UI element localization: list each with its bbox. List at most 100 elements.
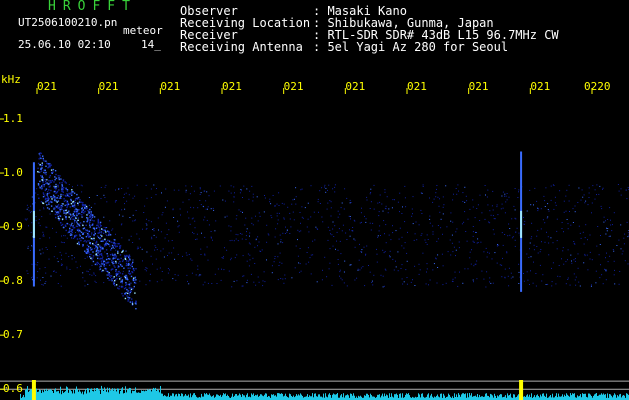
trail-point <box>65 182 67 184</box>
noise-speckle <box>284 278 286 280</box>
noise-bar <box>399 393 400 400</box>
noise-speckle <box>37 262 39 263</box>
trail-point <box>79 238 81 240</box>
noise-speckle <box>210 236 212 238</box>
noise-speckle <box>153 228 155 229</box>
trail-point <box>131 262 133 265</box>
trail-point <box>89 242 92 244</box>
trail-point <box>92 260 95 263</box>
noise-speckle <box>132 214 134 216</box>
noise-bar <box>242 394 243 400</box>
noise-speckle <box>551 267 552 269</box>
noise-speckle <box>567 277 569 279</box>
noise-speckle <box>252 224 254 226</box>
trail-point <box>39 180 41 183</box>
noise-speckle <box>43 208 45 210</box>
trail-point <box>104 245 106 247</box>
noise-speckle <box>208 224 210 226</box>
noise-speckle <box>145 284 147 286</box>
noise-speckle <box>202 205 204 207</box>
noise-bar <box>391 393 392 400</box>
noise-bar <box>601 393 602 400</box>
noise-bar <box>30 389 31 400</box>
trail-point <box>57 211 59 213</box>
noise-speckle <box>44 282 46 284</box>
noise-speckle <box>606 230 608 232</box>
noise-bar <box>212 396 213 400</box>
noise-speckle <box>268 234 270 236</box>
noise-speckle <box>404 221 406 223</box>
noise-speckle <box>35 192 37 194</box>
trail-point <box>76 221 78 223</box>
noise-bar <box>300 393 301 400</box>
noise-speckle <box>479 220 481 221</box>
noise-bar <box>341 394 342 400</box>
noise-bar <box>228 396 229 400</box>
noise-speckle <box>569 211 570 212</box>
noise-speckle <box>191 272 193 274</box>
noise-speckle <box>132 242 134 243</box>
noise-speckle <box>210 208 212 210</box>
trail-point <box>59 175 61 177</box>
noise-bar <box>106 391 107 400</box>
noise-speckle <box>124 203 125 205</box>
noise-speckle <box>246 231 247 233</box>
noise-speckle <box>220 279 222 281</box>
noise-speckle <box>393 269 395 271</box>
trail-point <box>86 207 88 209</box>
trail-point <box>39 156 41 158</box>
noise-speckle <box>617 184 619 185</box>
noise-speckle <box>145 270 147 272</box>
noise-bar <box>378 394 379 400</box>
noise-bar <box>88 388 89 400</box>
trail-point <box>42 202 45 205</box>
trail-point <box>112 241 114 244</box>
trail-point <box>72 218 74 220</box>
trail-point <box>120 257 122 260</box>
noise-speckle <box>387 212 389 214</box>
noise-speckle <box>515 218 517 220</box>
noise-speckle <box>536 235 538 237</box>
trail-point <box>118 285 121 288</box>
trail-point <box>95 245 97 247</box>
noise-bar <box>328 394 329 400</box>
noise-speckle <box>483 278 485 280</box>
noise-speckle <box>599 277 601 279</box>
noise-speckle <box>61 258 62 260</box>
noise-speckle <box>571 262 573 264</box>
noise-speckle <box>596 245 598 247</box>
noise-speckle <box>156 281 158 283</box>
noise-bar <box>234 395 235 400</box>
noise-speckle <box>42 252 44 254</box>
noise-speckle <box>163 256 165 258</box>
trail-point <box>70 214 72 216</box>
trail-point <box>45 160 47 162</box>
noise-speckle <box>583 262 585 264</box>
noise-speckle <box>618 239 620 241</box>
noise-bar <box>168 393 169 400</box>
trail-point <box>92 251 94 253</box>
spectrogram-plot <box>0 88 629 400</box>
trail-point <box>75 225 78 227</box>
trail-point <box>96 261 99 264</box>
noise-bar <box>151 391 152 400</box>
noise-speckle <box>304 207 306 209</box>
noise-speckle <box>196 233 198 235</box>
trail-point <box>126 263 129 266</box>
noise-speckle <box>552 262 554 264</box>
noise-bar <box>568 395 569 400</box>
noise-speckle <box>591 284 592 286</box>
trail-point <box>102 259 105 262</box>
noise-speckle <box>329 229 331 231</box>
trail-point <box>110 269 112 271</box>
trail-point <box>39 164 41 166</box>
noise-speckle <box>397 270 399 272</box>
noise-bar <box>518 394 519 400</box>
trail-point <box>71 194 73 196</box>
trail-point <box>48 189 50 191</box>
trail-point <box>53 207 55 209</box>
noise-speckle <box>600 264 601 266</box>
noise-speckle <box>95 244 97 246</box>
noise-speckle <box>286 231 288 233</box>
noise-speckle <box>249 243 251 245</box>
